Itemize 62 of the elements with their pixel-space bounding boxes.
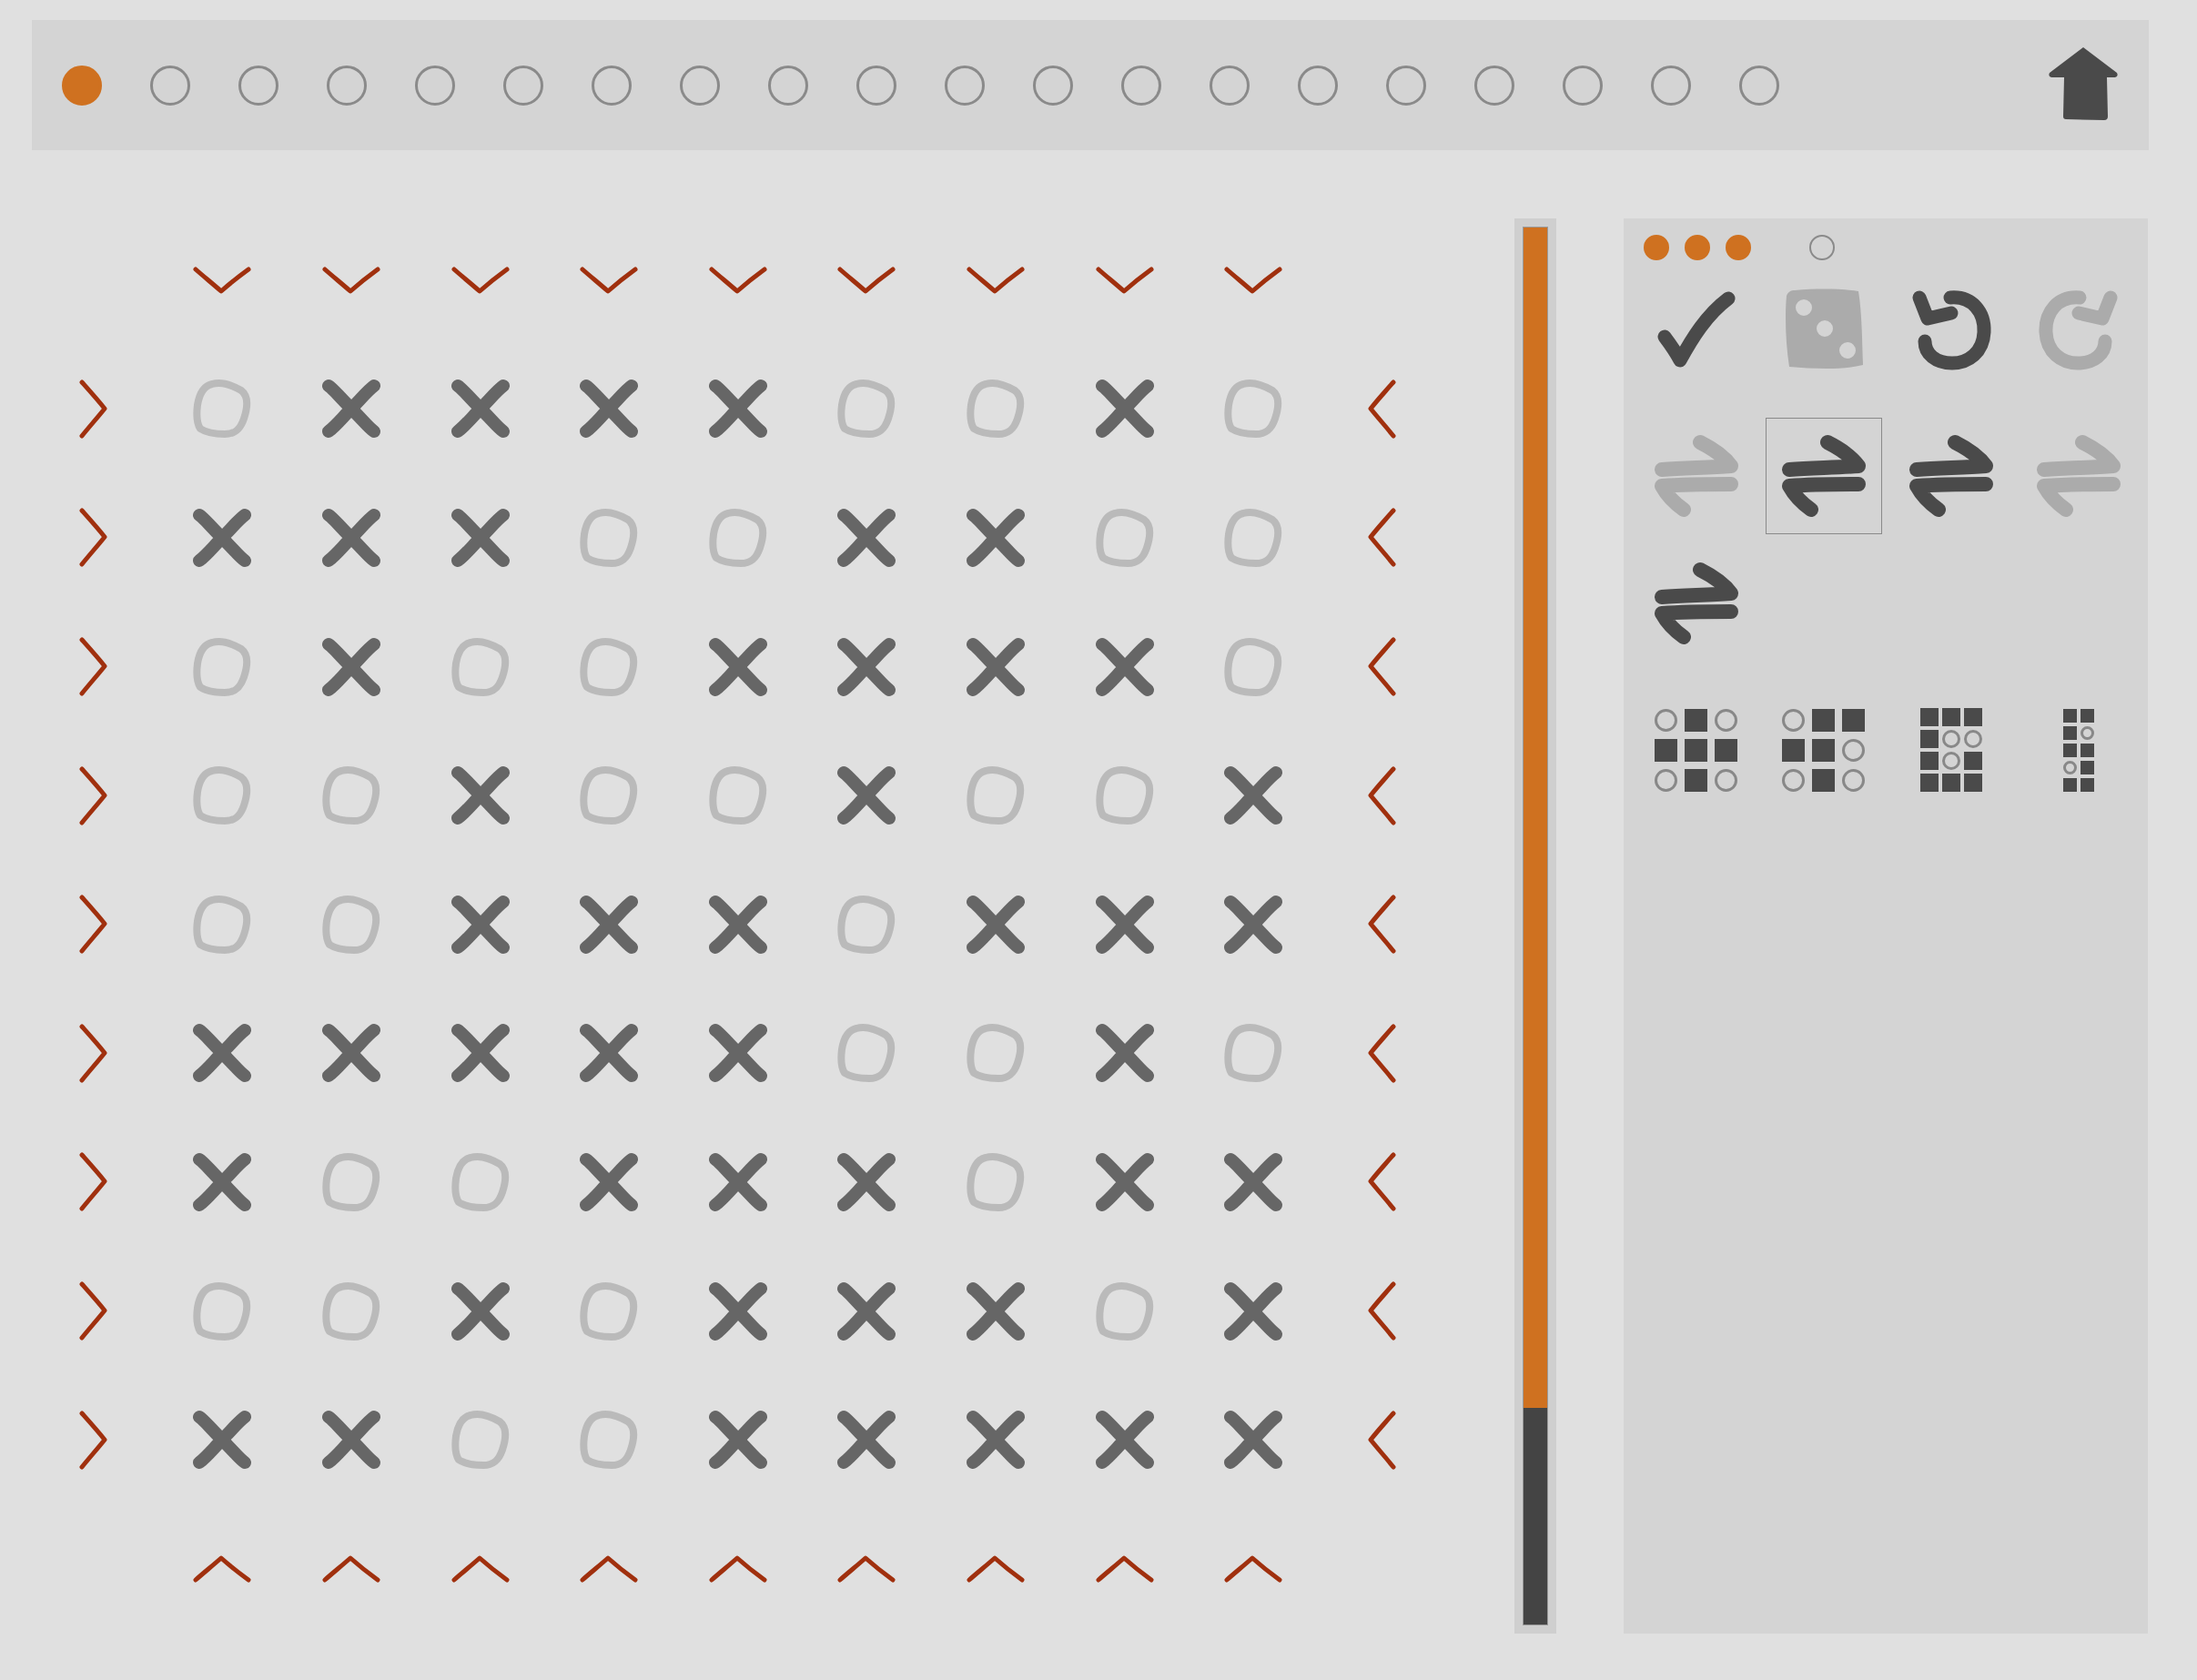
- level-dot-icon[interactable]: [1386, 65, 1426, 106]
- up-chevron-icon[interactable]: [708, 1554, 767, 1583]
- up-chevron-icon[interactable]: [837, 1554, 896, 1583]
- left-chevron-icon[interactable]: [1368, 1410, 1397, 1470]
- right-chevron-icon[interactable]: [79, 379, 108, 439]
- level-dot-icon[interactable]: [327, 65, 367, 106]
- grid-pattern-icon[interactable]: [1655, 708, 1738, 792]
- up-chevron-icon[interactable]: [193, 1554, 252, 1583]
- up-chevron-icon[interactable]: [966, 1554, 1025, 1583]
- level-dot-icon[interactable]: [150, 65, 190, 106]
- home-icon[interactable]: [2048, 46, 2119, 120]
- left-chevron-icon[interactable]: [1368, 895, 1397, 955]
- grid-pattern-icon[interactable]: [1919, 708, 1982, 792]
- level-dot-icon[interactable]: [1474, 65, 1514, 106]
- down-chevron-icon[interactable]: [837, 266, 896, 294]
- right-chevron-icon[interactable]: [79, 508, 108, 568]
- left-chevron-icon[interactable]: [1368, 1152, 1397, 1212]
- down-chevron-icon[interactable]: [966, 266, 1025, 294]
- left-chevron-icon[interactable]: [1368, 1281, 1397, 1341]
- level-dot-icon[interactable]: [768, 65, 808, 106]
- right-chevron-icon[interactable]: [79, 1023, 108, 1083]
- level-dot-icon[interactable]: [62, 65, 102, 106]
- down-chevron-icon[interactable]: [451, 266, 510, 294]
- level-dot-icon[interactable]: [1651, 65, 1691, 106]
- down-chevron-icon[interactable]: [580, 266, 639, 294]
- right-chevron-icon[interactable]: [79, 1410, 108, 1470]
- left-chevron-icon[interactable]: [1368, 637, 1397, 697]
- left-chevron-icon[interactable]: [1368, 1023, 1397, 1083]
- left-chevron-icon[interactable]: [1368, 508, 1397, 568]
- down-chevron-icon[interactable]: [322, 266, 380, 294]
- down-chevron-icon[interactable]: [1224, 266, 1283, 294]
- right-chevron-icon[interactable]: [79, 1152, 108, 1212]
- grid-pattern-icon[interactable]: [2062, 708, 2094, 792]
- left-chevron-icon[interactable]: [1368, 379, 1397, 439]
- level-dot-icon[interactable]: [503, 65, 543, 106]
- down-chevron-icon[interactable]: [708, 266, 767, 294]
- swap-button[interactable]: [1765, 418, 1882, 534]
- level-dot-icon[interactable]: [238, 65, 278, 106]
- up-chevron-icon[interactable]: [451, 1554, 510, 1583]
- level-dot-icon[interactable]: [1739, 65, 1779, 106]
- grid-pattern-icon[interactable]: [1782, 708, 1866, 792]
- right-chevron-icon[interactable]: [79, 1281, 108, 1341]
- level-dot-icon[interactable]: [856, 65, 896, 106]
- level-dot-icon[interactable]: [1210, 65, 1250, 106]
- right-chevron-icon[interactable]: [79, 765, 108, 825]
- down-chevron-icon[interactable]: [1095, 266, 1154, 294]
- level-dot-icon[interactable]: [1033, 65, 1073, 106]
- level-dot-icon[interactable]: [592, 65, 632, 106]
- level-dot-icon[interactable]: [415, 65, 455, 106]
- up-chevron-icon[interactable]: [1095, 1554, 1154, 1583]
- level-dot-icon[interactable]: [1563, 65, 1603, 106]
- up-chevron-icon[interactable]: [580, 1554, 639, 1583]
- left-chevron-icon[interactable]: [1368, 765, 1397, 825]
- level-dot-icon[interactable]: [1121, 65, 1161, 106]
- level-dot-icon[interactable]: [1298, 65, 1338, 106]
- level-dot-icon[interactable]: [945, 65, 985, 106]
- down-chevron-icon[interactable]: [193, 266, 252, 294]
- right-chevron-icon[interactable]: [79, 637, 108, 697]
- up-chevron-icon[interactable]: [322, 1554, 380, 1583]
- right-chevron-icon[interactable]: [79, 895, 108, 955]
- level-dot-icon[interactable]: [680, 65, 720, 106]
- up-chevron-icon[interactable]: [1224, 1554, 1283, 1583]
